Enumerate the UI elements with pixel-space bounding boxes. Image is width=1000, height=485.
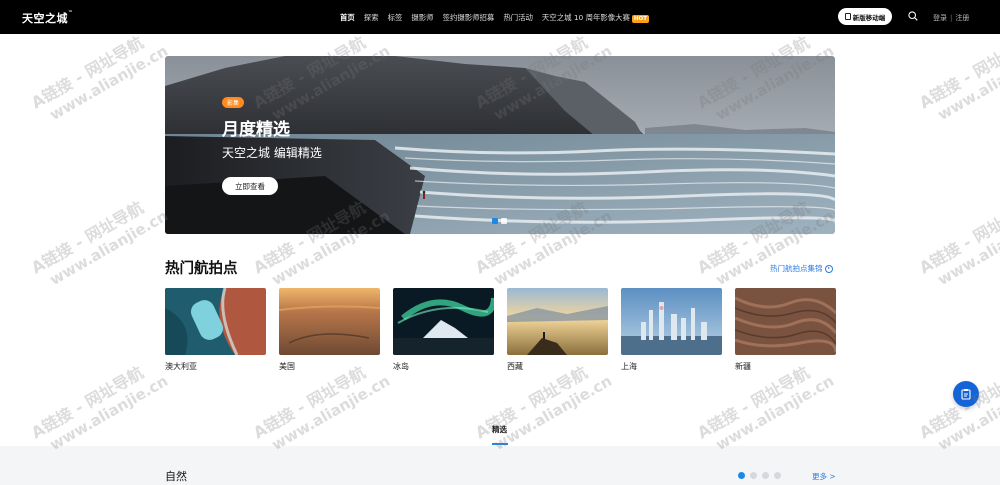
page-dot[interactable]	[750, 472, 757, 479]
spot-card-australia[interactable]: 澳大利亚	[165, 288, 266, 372]
login-link[interactable]: 登录	[933, 14, 947, 22]
page-dot[interactable]	[774, 472, 781, 479]
iceland-aerial-photo	[393, 288, 494, 355]
tibet-aerial-photo	[507, 288, 608, 355]
nav-item-explore[interactable]: 探索	[364, 12, 379, 23]
category-pagination	[738, 472, 781, 479]
shanghai-aerial-photo	[621, 288, 722, 355]
register-link[interactable]: 注册	[955, 14, 969, 22]
section-title-hot-spots: 热门航拍点	[165, 261, 238, 277]
hot-spots-collection-link[interactable]: 热门航拍点集锦	[770, 263, 833, 274]
site-logo[interactable]: 天空之城™	[22, 10, 74, 26]
page-dot[interactable]	[762, 472, 769, 479]
nav-item-hot-events[interactable]: 热门活动	[503, 12, 533, 23]
hot-badge: HOT	[631, 15, 649, 23]
view-now-button[interactable]: 立即查看	[222, 177, 278, 195]
nav-item-signed-recruit[interactable]: 签约摄影师招募	[443, 12, 495, 23]
auth-links: 登录 | 注册	[933, 14, 970, 22]
usa-aerial-photo	[279, 288, 380, 355]
spot-card-shanghai[interactable]: 上海	[621, 288, 722, 372]
search-icon[interactable]	[908, 11, 918, 21]
hero-subtitle: 天空之城 编辑精选	[222, 146, 322, 160]
mobile-icon	[844, 13, 851, 20]
nav-item-home[interactable]: 首页	[340, 12, 355, 23]
watermark: A链接 - 网址导航 www.alianjie.cn	[916, 362, 1000, 454]
hot-spot-list: 澳大利亚 美国 冰岛 西藏 上海 新疆	[165, 288, 836, 372]
more-link[interactable]: 更多 >	[812, 471, 836, 482]
nav-item-photographers[interactable]: 摄影师	[411, 12, 433, 23]
arrow-circle-icon	[824, 264, 833, 273]
carousel-dot[interactable]	[492, 218, 498, 224]
category-title-nature: 自然	[165, 470, 187, 483]
page-dot[interactable]	[738, 472, 745, 479]
watermark: A链接 - 网址导航 www.alianjie.cn	[28, 32, 172, 124]
new-mobile-button[interactable]: 新版移动端	[838, 8, 892, 25]
spot-card-iceland[interactable]: 冰岛	[393, 288, 494, 372]
watermark: A链接 - 网址导航 www.alianjie.cn	[916, 197, 1000, 289]
xinjiang-aerial-photo	[735, 288, 836, 355]
watermark: A链接 - 网址导航 www.alianjie.cn	[28, 362, 172, 454]
carousel-indicators	[492, 218, 507, 224]
nav-item-tags[interactable]: 标签	[388, 12, 403, 23]
australia-aerial-photo	[165, 288, 266, 355]
watermark: A链接 - 网址导航 www.alianjie.cn	[28, 197, 172, 289]
nav-item-anniversary-contest[interactable]: 天空之城 10 周年影像大赛 HOT	[542, 12, 649, 23]
album-badge: 影集	[222, 97, 245, 108]
main-nav: 首页 探索 标签 摄影师 签约摄影师招募 热门活动 天空之城 10 周年影像大赛…	[340, 12, 649, 23]
carousel-dot[interactable]	[501, 218, 507, 224]
watermark: A链接 - 网址导航 www.alianjie.cn	[916, 32, 1000, 124]
